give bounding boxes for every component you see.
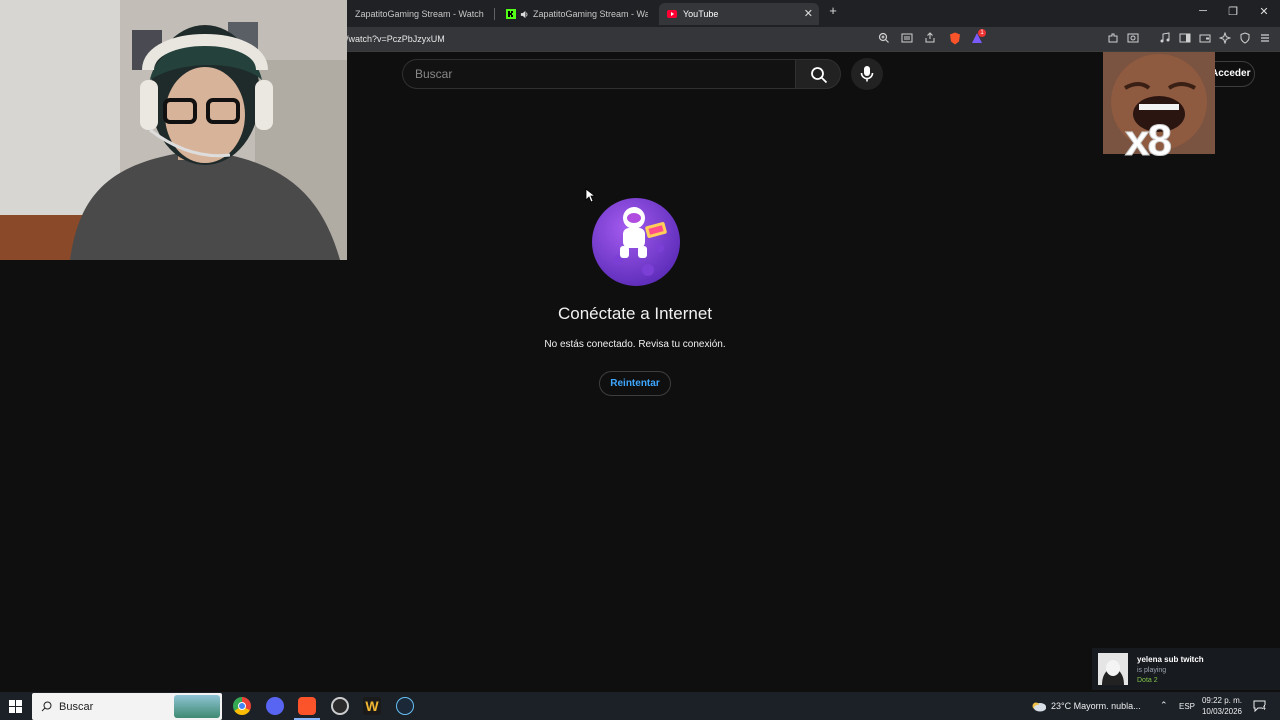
- brave-app-icon[interactable]: [298, 697, 316, 715]
- url-field[interactable]: /watch?v=PczPbJzyxUM: [346, 34, 445, 44]
- tab-youtube[interactable]: YouTube ✕: [659, 3, 819, 25]
- brave-rewards-icon[interactable]: 1: [970, 29, 986, 46]
- extensions-icon[interactable]: [1106, 32, 1120, 46]
- webcam-overlay: [0, 0, 347, 260]
- tab-title: YouTube: [683, 9, 719, 19]
- vpn-shield-icon[interactable]: [1238, 32, 1252, 46]
- offline-title: Conéctate a Internet: [557, 304, 713, 323]
- search-box: [402, 59, 795, 89]
- rewards-badge: 1: [978, 29, 986, 37]
- brave-shields-icon[interactable]: [948, 32, 962, 46]
- streamer-camera-image: [0, 0, 347, 260]
- discord-app-icon[interactable]: [266, 697, 284, 715]
- windows-start-button[interactable]: [9, 700, 22, 718]
- restore-button[interactable]: ❐: [1223, 5, 1243, 18]
- screenshot-icon[interactable]: [1126, 32, 1140, 46]
- zoom-icon[interactable]: [877, 32, 891, 46]
- new-tab-button[interactable]: +: [823, 3, 843, 18]
- emote-overlay: x8: [1103, 52, 1215, 166]
- wallet-icon[interactable]: [1198, 32, 1212, 46]
- search-icon: [811, 67, 828, 84]
- menu-icon[interactable]: [1258, 32, 1272, 46]
- emote-multiplier: x8: [1125, 116, 1173, 166]
- search-input[interactable]: [415, 67, 775, 81]
- speaker-icon: [520, 10, 528, 18]
- notification-count-badge: 4: [1262, 705, 1266, 712]
- taskbar-search[interactable]: Buscar: [32, 693, 222, 720]
- windows-logo-icon: [9, 700, 22, 713]
- steam-app-icon[interactable]: [396, 697, 414, 715]
- close-window-button[interactable]: ✕: [1254, 5, 1274, 18]
- notification-status: is playing: [1137, 667, 1167, 674]
- twitch-kick-icon: [506, 9, 516, 19]
- chrome-app-icon[interactable]: [233, 697, 251, 715]
- cast-icon[interactable]: [900, 32, 914, 46]
- voice-search-button[interactable]: [851, 58, 883, 90]
- tab-zapatito-live[interactable]: ZapatitoGaming Stream - Watch Live: [347, 3, 487, 25]
- minimize-button[interactable]: ─: [1193, 5, 1213, 17]
- media-icon[interactable]: [1158, 32, 1172, 46]
- sidebar-icon[interactable]: [1178, 32, 1192, 46]
- search-button[interactable]: [795, 59, 841, 89]
- language-indicator[interactable]: ESP: [1179, 702, 1195, 711]
- tab-separator: [494, 8, 495, 20]
- share-icon[interactable]: [923, 32, 937, 46]
- search-highlight-image: [174, 695, 220, 718]
- avatar: [1098, 653, 1128, 685]
- retry-button[interactable]: Reintentar: [599, 371, 671, 396]
- youtube-favicon-icon: [667, 10, 677, 18]
- windows-taskbar: Buscar W 23°C Mayorm. nubla... ⌃ ESP 09:…: [0, 692, 1280, 720]
- clock-time[interactable]: 09:22 p. m.: [1200, 696, 1242, 705]
- notification-user: yelena sub twitch: [1137, 655, 1204, 664]
- search-icon: [41, 701, 52, 712]
- mouse-cursor-icon: [585, 188, 595, 203]
- activity-notification: yelena sub twitch is playing Dota 2: [1092, 648, 1280, 690]
- tab-zapatito-watch[interactable]: ZapatitoGaming Stream - Watch: [498, 3, 648, 25]
- obs-app-icon[interactable]: [331, 697, 349, 715]
- clock-date[interactable]: 10/03/2026: [1200, 707, 1242, 716]
- microphone-icon: [860, 66, 874, 82]
- taskbar-search-label: Buscar: [59, 701, 94, 713]
- close-tab-icon[interactable]: ✕: [804, 7, 813, 20]
- notification-game: Dota 2: [1137, 677, 1158, 684]
- weather-text[interactable]: 23°C Mayorm. nubla...: [1051, 701, 1141, 711]
- notification-center-button[interactable]: 4: [1253, 699, 1266, 717]
- offline-astronaut-illustration: [592, 198, 680, 286]
- offline-message: No estás conectado. Revisa tu conexión.: [544, 339, 726, 350]
- leo-ai-icon[interactable]: [1218, 31, 1232, 46]
- tab-title: ZapatitoGaming Stream - Watch: [533, 9, 648, 19]
- weather-cloud-icon: [1032, 702, 1046, 712]
- warcraft-app-icon[interactable]: W: [363, 697, 381, 715]
- tab-title: ZapatitoGaming Stream - Watch Live: [355, 9, 487, 19]
- tray-chevron-icon[interactable]: ⌃: [1160, 700, 1168, 711]
